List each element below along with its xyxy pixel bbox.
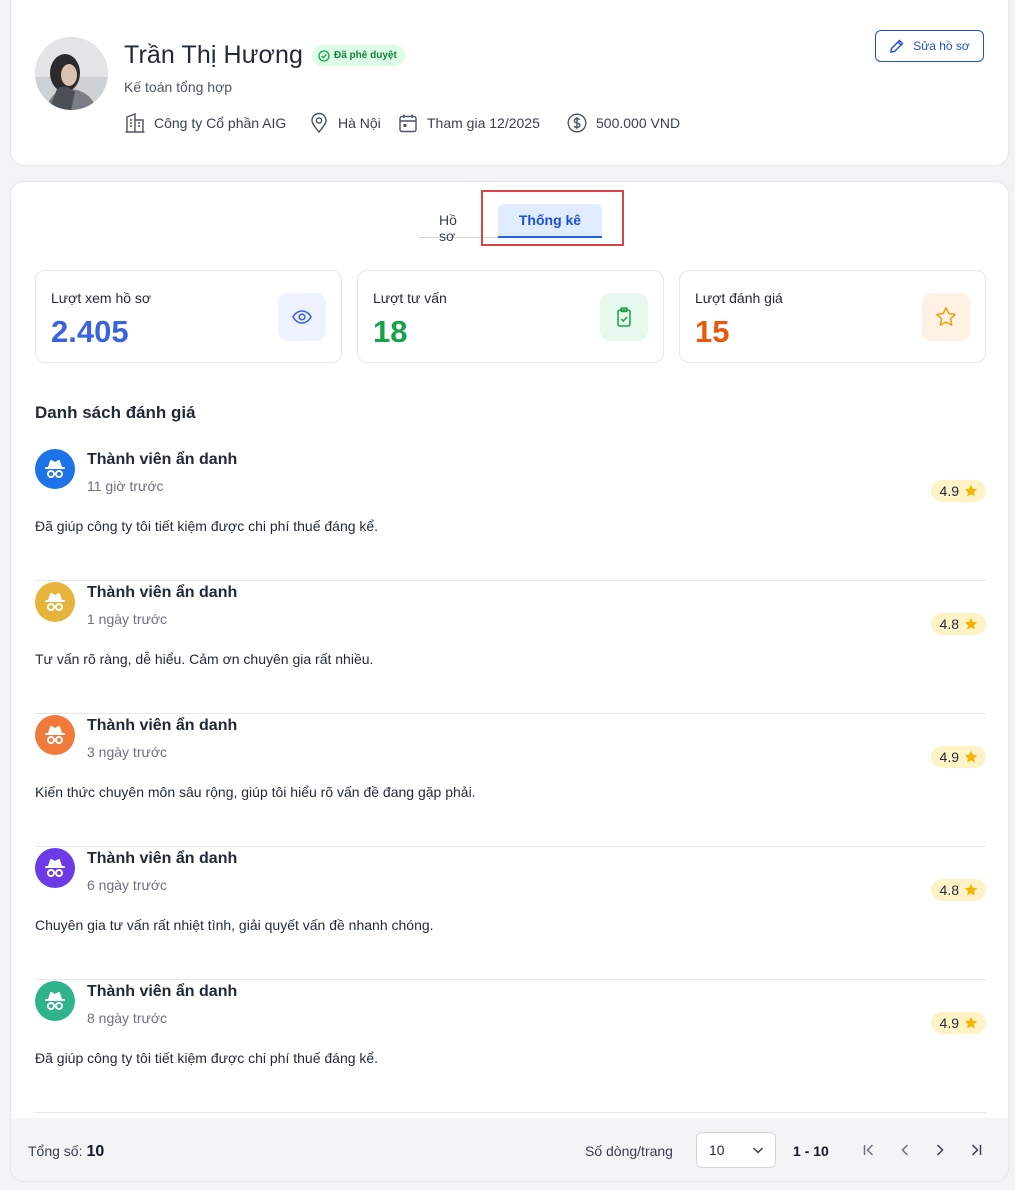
review-text: Chuyên gia tư vấn rất nhiệt tình, giải q… bbox=[35, 917, 434, 933]
rating-badge: 4.8 bbox=[930, 613, 986, 635]
review-item: Thành viên ẩn danh 1 ngày trước 4.8 Tư v… bbox=[35, 581, 986, 714]
review-time: 6 ngày trước bbox=[87, 877, 168, 893]
stat-card-ratings: Lượt đánh giá 15 bbox=[679, 270, 986, 363]
review-item: Thành viên ẩn danh 8 ngày trước 4.9 Đã g… bbox=[35, 980, 986, 1113]
review-text: Đã giúp công ty tôi tiết kiệm được chi p… bbox=[35, 1050, 379, 1066]
star-icon bbox=[922, 293, 970, 341]
star-filled-icon bbox=[964, 484, 978, 497]
edit-profile-button[interactable]: Sửa hồ sơ bbox=[875, 30, 984, 62]
company-name: Công ty Cổ phần AIG bbox=[154, 115, 287, 131]
last-page-icon[interactable] bbox=[966, 1140, 986, 1160]
joined-info: Tham gia 12/2025 bbox=[397, 112, 540, 134]
tab-profile[interactable]: Hồ sơ bbox=[439, 212, 457, 244]
building-icon bbox=[125, 112, 145, 133]
review-time: 11 giờ trước bbox=[87, 478, 164, 494]
review-text: Đã giúp công ty tôi tiết kiệm được chi p… bbox=[35, 518, 379, 534]
review-time: 3 ngày trước bbox=[87, 744, 168, 760]
main-card: Hồ sơ Thống kê Lượt xem hồ sơ 2.405 Lượt… bbox=[10, 181, 1009, 1182]
reviewer-name: Thành viên ẩn danh bbox=[87, 717, 238, 734]
rows-per-page-value: 10 bbox=[709, 1142, 725, 1158]
location-info: Hà Nội bbox=[308, 112, 381, 134]
pagination-bar: Tổng số: 10 Số dòng/trang 10 1 - 10 bbox=[11, 1118, 1008, 1181]
rating-value: 4.8 bbox=[939, 882, 959, 898]
stat-label: Lượt xem hồ sơ bbox=[51, 290, 152, 306]
reviewer-name: Thành viên ẩn danh bbox=[87, 451, 238, 468]
incognito-icon bbox=[35, 449, 75, 489]
reviewer-name: Thành viên ẩn danh bbox=[87, 584, 238, 601]
total-label: Tổng số: bbox=[28, 1143, 83, 1159]
tab-highlight-box bbox=[481, 190, 624, 246]
reviewer-name: Thành viên ẩn danh bbox=[87, 983, 238, 1000]
incognito-icon bbox=[35, 981, 75, 1021]
profile-name: Trần Thị Hương bbox=[124, 41, 304, 69]
review-item: Thành viên ẩn danh 6 ngày trước 4.8 Chuy… bbox=[35, 847, 986, 980]
location-text: Hà Nội bbox=[338, 115, 381, 131]
star-filled-icon bbox=[964, 1016, 978, 1029]
next-page-icon[interactable] bbox=[930, 1140, 950, 1160]
review-item: Thành viên ẩn danh 11 giờ trước 4.9 Đã g… bbox=[35, 448, 986, 581]
company-info: Công ty Cổ phần AIG bbox=[124, 112, 286, 134]
stat-value: 15 bbox=[695, 314, 730, 349]
star-filled-icon bbox=[964, 750, 978, 763]
review-text: Kiến thức chuyên môn sâu rộng, giúp tôi … bbox=[35, 784, 476, 800]
verified-badge: Đã phê duyệt bbox=[312, 45, 405, 66]
incognito-icon bbox=[35, 848, 75, 888]
rating-value: 4.9 bbox=[939, 483, 959, 499]
review-time: 8 ngày trước bbox=[87, 1010, 168, 1026]
review-time: 1 ngày trước bbox=[87, 611, 168, 627]
page-range: 1 - 10 bbox=[793, 1143, 829, 1159]
first-page-icon[interactable] bbox=[859, 1140, 879, 1160]
edit-profile-label: Sửa hồ sơ bbox=[913, 39, 970, 53]
rating-value: 4.8 bbox=[939, 616, 959, 632]
rows-per-page-select[interactable]: 10 bbox=[696, 1132, 776, 1168]
total-value: 10 bbox=[86, 1143, 105, 1160]
map-pin-icon bbox=[311, 112, 327, 134]
rating-value: 4.9 bbox=[939, 749, 959, 765]
incognito-icon bbox=[35, 715, 75, 755]
stat-label: Lượt đánh giá bbox=[695, 290, 783, 306]
price-info: 500.000 VND bbox=[566, 112, 680, 134]
stat-label: Lượt tư vấn bbox=[373, 290, 447, 306]
pencil-icon bbox=[890, 39, 904, 53]
star-filled-icon bbox=[964, 617, 978, 630]
price-text: 500.000 VND bbox=[596, 115, 681, 131]
eye-icon bbox=[278, 293, 326, 341]
clipboard-check-icon bbox=[600, 293, 648, 341]
stat-card-views: Lượt xem hồ sơ 2.405 bbox=[35, 270, 342, 363]
rows-per-page-label: Số dòng/trang bbox=[585, 1143, 673, 1159]
dollar-circle-icon bbox=[567, 113, 587, 133]
review-text: Tư vấn rõ ràng, dễ hiểu. Cảm ơn chuyên g… bbox=[35, 651, 374, 667]
stat-card-consultations: Lượt tư vấn 18 bbox=[357, 270, 664, 363]
reviewer-name: Thành viên ẩn danh bbox=[87, 850, 238, 867]
joined-text: Tham gia 12/2025 bbox=[427, 115, 540, 131]
prev-page-icon[interactable] bbox=[895, 1140, 915, 1160]
stat-value: 2.405 bbox=[51, 314, 129, 349]
total-count: Tổng số: 10 bbox=[28, 1143, 104, 1161]
review-item: Thành viên ẩn danh 3 ngày trước 4.9 Kiến… bbox=[35, 714, 986, 847]
rating-badge: 4.9 bbox=[930, 746, 986, 768]
profile-role: Kế toán tổng hợp bbox=[124, 79, 233, 95]
profile-avatar bbox=[35, 37, 108, 110]
star-filled-icon bbox=[964, 883, 978, 896]
profile-card: Trần Thị Hương Đã phê duyệt Kế toán tổng… bbox=[10, 0, 1009, 166]
calendar-icon bbox=[399, 114, 417, 133]
rating-badge: 4.9 bbox=[930, 480, 986, 502]
rating-badge: 4.9 bbox=[930, 1012, 986, 1034]
rating-value: 4.9 bbox=[939, 1015, 959, 1031]
incognito-icon bbox=[35, 582, 75, 622]
chevron-down-icon bbox=[752, 1147, 764, 1154]
stat-value: 18 bbox=[373, 314, 408, 349]
check-circle-icon bbox=[318, 49, 330, 62]
verified-badge-label: Đã phê duyệt bbox=[334, 50, 397, 61]
rating-badge: 4.8 bbox=[930, 879, 986, 901]
reviews-title: Danh sách đánh giá bbox=[35, 403, 196, 422]
